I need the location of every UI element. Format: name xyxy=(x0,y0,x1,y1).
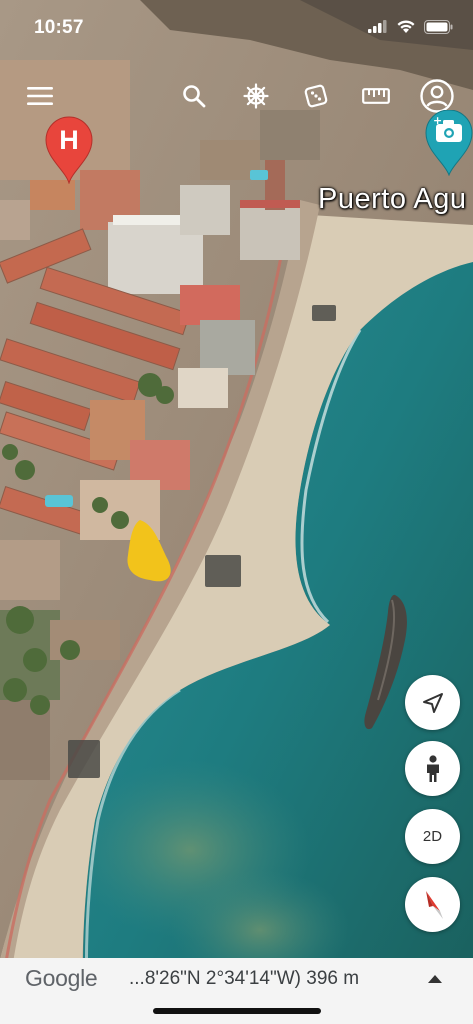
menu-button[interactable] xyxy=(22,78,58,114)
hamburger-menu-icon xyxy=(27,87,53,105)
battery-icon xyxy=(424,19,453,34)
account-circle-icon xyxy=(420,79,454,113)
triangle-up-icon[interactable] xyxy=(428,975,442,983)
status-time: 10:57 xyxy=(34,17,84,38)
status-icons xyxy=(368,19,453,34)
view-mode-button[interactable]: 2D xyxy=(405,809,460,864)
hotel-pin-letter: H xyxy=(59,125,79,155)
account-button[interactable] xyxy=(419,78,455,114)
search-icon xyxy=(183,85,206,108)
photo-pin[interactable]: + xyxy=(425,109,473,181)
camera-pin-icon: + xyxy=(425,109,473,177)
hotel-pin[interactable]: H xyxy=(44,116,94,189)
compass-icon xyxy=(425,890,443,919)
my-location-button[interactable] xyxy=(405,675,460,730)
cellular-signal-icon xyxy=(368,20,387,33)
compass-button[interactable] xyxy=(405,877,460,932)
wifi-icon xyxy=(397,20,415,33)
dice-icon xyxy=(304,84,328,108)
google-logo: Google xyxy=(25,965,98,991)
bottom-info-bar: Google ...8'26"N 2°34'14"W) 396 m xyxy=(0,958,473,1024)
coordinates-readout[interactable]: ...8'26"N 2°34'14"W) 396 m xyxy=(129,968,359,990)
ruler-icon xyxy=(362,88,390,104)
search-button[interactable] xyxy=(176,78,212,114)
measure-button[interactable] xyxy=(358,78,394,114)
ship-wheel-icon xyxy=(243,83,269,109)
status-bar: 10:57 xyxy=(0,0,473,56)
street-view-button[interactable] xyxy=(405,741,460,796)
view-mode-label: 2D xyxy=(422,828,443,845)
voyager-button[interactable] xyxy=(238,78,274,114)
navigation-arrow-icon xyxy=(422,692,443,713)
home-indicator xyxy=(153,1008,321,1014)
place-label[interactable]: Puerto Agu xyxy=(318,183,467,216)
feeling-lucky-button[interactable] xyxy=(298,78,334,114)
svg-text:+: + xyxy=(433,114,442,127)
pegman-icon xyxy=(426,754,439,782)
